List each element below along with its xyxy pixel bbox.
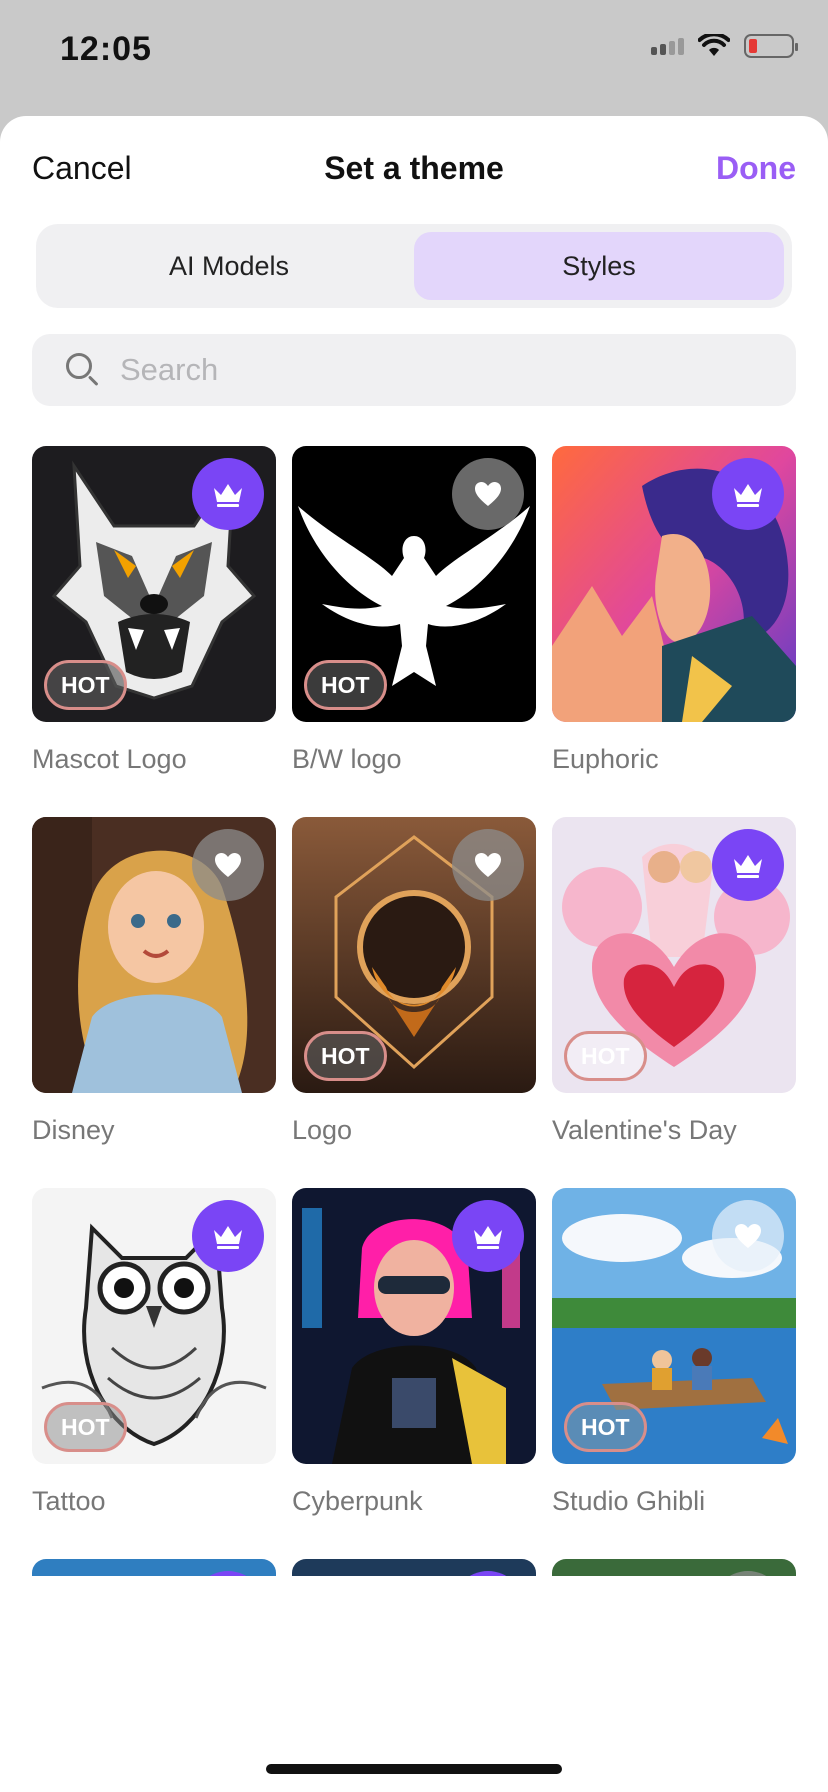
hot-badge: HOT [304, 1031, 387, 1081]
nav-bar: Cancel Set a theme Done [0, 116, 828, 226]
theme-grid: HOT Mascot Logo HOT B/W logo Euphoric Di… [32, 446, 796, 1576]
theme-thumbnail[interactable] [292, 1559, 536, 1576]
page-title: Set a theme [324, 150, 504, 186]
theme-thumbnail[interactable]: HOT [292, 446, 536, 722]
theme-label: Mascot Logo [32, 744, 187, 774]
premium-badge[interactable] [712, 829, 784, 901]
theme-card-fantasy-tower[interactable] [292, 1559, 536, 1576]
theme-card-tattoo[interactable]: HOT Tattoo [32, 1188, 276, 1517]
crown-icon [214, 484, 242, 507]
hot-badge: HOT [304, 660, 387, 710]
theme-card-mascot-logo[interactable]: HOT Mascot Logo [32, 446, 276, 775]
theme-thumbnail[interactable]: HOT [552, 1188, 796, 1464]
premium-badge[interactable] [452, 1200, 524, 1272]
premium-badge[interactable] [712, 458, 784, 530]
segmented-control: AI Models Styles [36, 224, 792, 308]
tab-styles[interactable]: Styles [414, 232, 784, 300]
theme-card-ship-island[interactable] [552, 1559, 796, 1576]
theme-sheet: Cancel Set a theme Done AI Models Styles [0, 116, 828, 1792]
theme-label: Valentine's Day [552, 1115, 737, 1145]
hot-badge: HOT [44, 660, 127, 710]
theme-card-fantasy-mountains[interactable] [32, 1559, 276, 1576]
home-indicator[interactable] [266, 1764, 562, 1774]
premium-badge[interactable] [192, 458, 264, 530]
theme-label: Logo [292, 1115, 353, 1145]
done-button[interactable]: Done [716, 150, 796, 187]
tab-ai-models[interactable]: AI Models [44, 232, 414, 300]
battery-icon [744, 34, 798, 58]
theme-thumbnail[interactable] [292, 1188, 536, 1464]
hot-badge: HOT [564, 1402, 647, 1452]
search-bar [32, 334, 796, 406]
theme-thumbnail[interactable]: HOT [32, 1188, 276, 1464]
theme-label: Euphoric [552, 744, 659, 774]
theme-thumbnail[interactable]: HOT [292, 817, 536, 1093]
favorite-button[interactable] [452, 829, 524, 901]
hot-badge: HOT [44, 1402, 127, 1452]
favorite-button[interactable] [712, 1200, 784, 1272]
theme-thumbnail[interactable] [552, 1559, 796, 1576]
crown-icon [734, 484, 762, 507]
theme-label: Studio Ghibli [552, 1486, 706, 1516]
status-time: 12:05 [60, 30, 152, 68]
theme-card-cyberpunk[interactable]: Cyberpunk [292, 1188, 536, 1517]
theme-thumbnail[interactable] [32, 1559, 276, 1576]
status-icons [651, 34, 798, 58]
theme-thumbnail[interactable]: HOT [552, 817, 796, 1093]
cellular-signal-icon [651, 37, 684, 55]
favorite-button[interactable] [192, 829, 264, 901]
search-icon [66, 353, 100, 387]
theme-card-valentines-day[interactable]: HOT Valentine's Day [552, 817, 796, 1146]
search-input[interactable] [120, 352, 760, 388]
premium-badge[interactable] [192, 1200, 264, 1272]
theme-label: Disney [32, 1115, 115, 1145]
heart-icon [215, 853, 241, 877]
favorite-button[interactable] [452, 458, 524, 530]
heart-icon [475, 482, 501, 506]
theme-card-logo[interactable]: HOT Logo [292, 817, 536, 1146]
heart-icon [475, 853, 501, 877]
theme-card-bw-logo[interactable]: HOT B/W logo [292, 446, 536, 775]
theme-card-euphoric[interactable]: Euphoric [552, 446, 796, 775]
theme-thumbnail[interactable] [552, 446, 796, 722]
crown-icon [214, 1226, 242, 1249]
crown-icon [734, 855, 762, 878]
wifi-icon [698, 34, 730, 56]
crown-icon [474, 1226, 502, 1249]
theme-label: B/W logo [292, 744, 402, 774]
theme-label: Cyberpunk [292, 1486, 423, 1516]
hot-badge: HOT [564, 1031, 647, 1081]
theme-label: Tattoo [32, 1486, 106, 1516]
status-bar: 12:05 [0, 0, 828, 110]
theme-card-studio-ghibli[interactable]: HOT Studio Ghibli [552, 1188, 796, 1517]
theme-thumbnail[interactable] [32, 817, 276, 1093]
theme-card-disney[interactable]: Disney [32, 817, 276, 1146]
heart-icon [735, 1224, 761, 1248]
theme-thumbnail[interactable]: HOT [32, 446, 276, 722]
